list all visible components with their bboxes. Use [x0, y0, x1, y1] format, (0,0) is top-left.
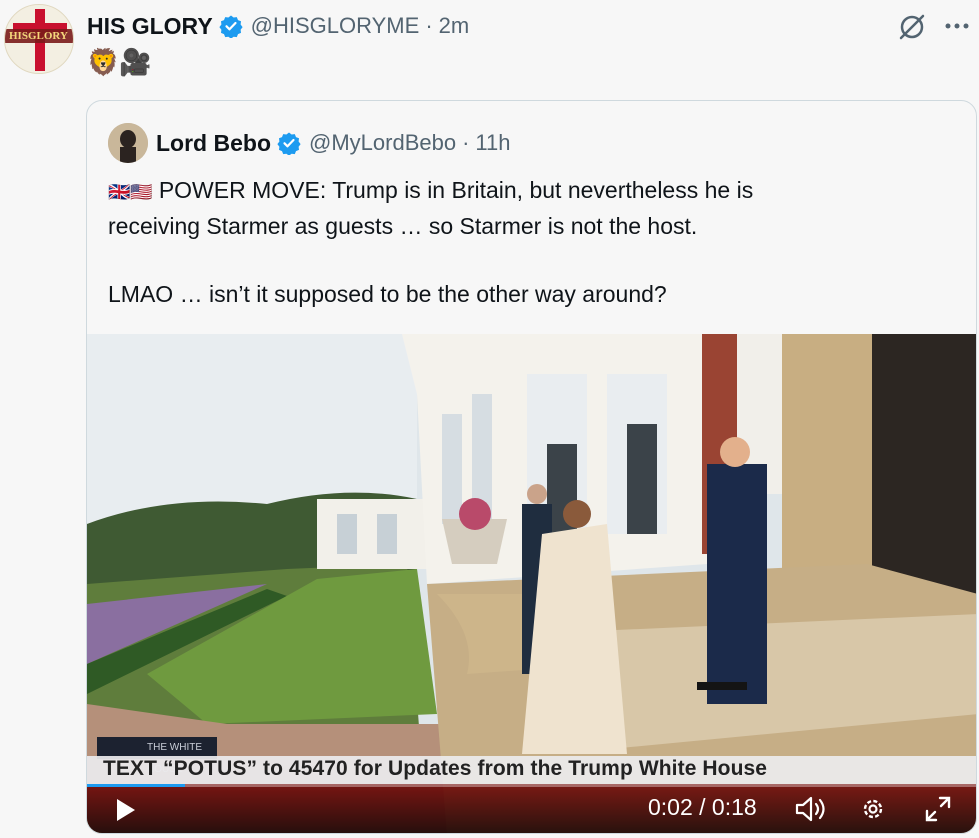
quoted-post[interactable]: Lord Bebo @MyLordBebo · 11h 🇬🇧🇺🇸 POWER MO…	[86, 100, 977, 834]
settings-gear-icon[interactable]	[858, 794, 888, 824]
quoted-author-handle[interactable]: @MyLordBebo	[309, 130, 456, 156]
video-caption-ticker: TEXT “POTUS” to 45470 for Updates from t…	[87, 756, 976, 784]
quoted-text: 🇬🇧🇺🇸 POWER MOVE: Trump is in Britain, but…	[108, 173, 968, 345]
post-text: 🦁🎥	[87, 47, 152, 77]
more-options-icon[interactable]	[939, 12, 975, 40]
play-icon[interactable]	[111, 796, 139, 824]
separator-dot: ·	[462, 130, 470, 155]
author-name[interactable]: HIS GLORY	[87, 13, 213, 40]
video-time: 0:02 / 0:18	[648, 794, 757, 820]
grok-icon[interactable]	[897, 12, 927, 42]
flags-emoji: 🇬🇧🇺🇸	[108, 181, 153, 202]
separator-dot: ·	[425, 13, 433, 38]
quoted-avatar	[108, 123, 148, 163]
post-time[interactable]: 2m	[439, 13, 470, 39]
post-header: HIS GLORY @HISGLORYME · 2m	[87, 10, 469, 42]
fullscreen-icon[interactable]	[923, 794, 953, 824]
quoted-text-line: receiving Starmer as guests … so Starmer…	[108, 212, 698, 239]
avatar-logo-text: HISGLORY	[9, 30, 68, 42]
quoted-text-line: POWER MOVE: Trump is in Britain, but nev…	[158, 177, 754, 203]
quoted-author-name[interactable]: Lord Bebo	[156, 130, 271, 157]
video-progress-fill	[87, 784, 185, 787]
quoted-time[interactable]: 11h	[475, 130, 510, 156]
volume-icon[interactable]	[794, 794, 828, 824]
quoted-text-line: LMAO … isn’t it supposed to be the other…	[108, 280, 667, 307]
author-avatar[interactable]: HISGLORY	[4, 4, 74, 74]
verified-badge-icon	[277, 132, 301, 155]
video-progress-bar[interactable]	[87, 784, 976, 787]
author-handle[interactable]: @HISGLORYME	[251, 13, 420, 39]
verified-badge-icon	[219, 15, 243, 38]
video-player[interactable]: THE WHITE HOUSE TEXT “POTUS” to 45470 fo…	[87, 334, 976, 833]
ticker-text: TEXT “POTUS” to 45470 for Updates from t…	[103, 757, 768, 780]
video-controls: 0:02 / 0:18	[87, 784, 976, 833]
quoted-header: Lord Bebo @MyLordBebo · 11h	[108, 123, 510, 163]
